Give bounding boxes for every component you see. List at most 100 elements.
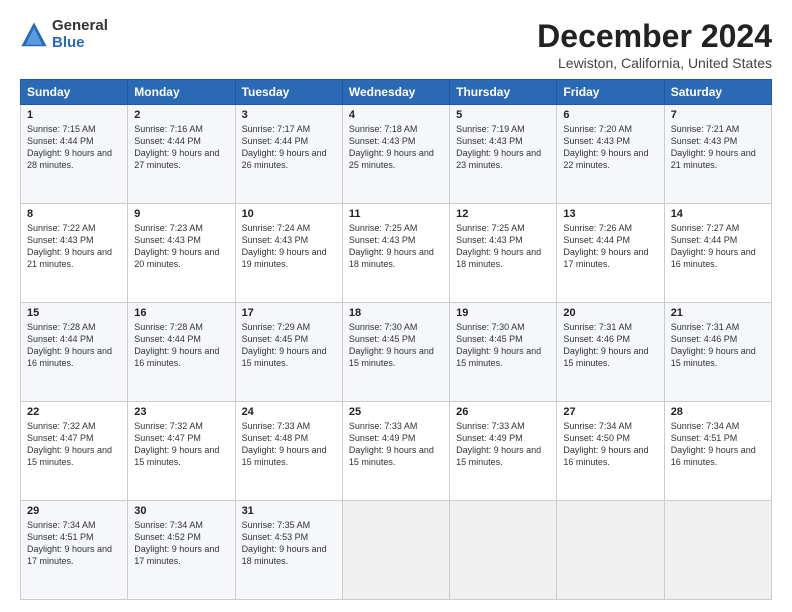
day-info: Sunrise: 7:30 AMSunset: 4:45 PMDaylight:…: [349, 321, 443, 370]
day-number: 18: [349, 307, 443, 319]
day-info: Sunrise: 7:34 AMSunset: 4:51 PMDaylight:…: [27, 519, 121, 568]
calendar-header-row: SundayMondayTuesdayWednesdayThursdayFrid…: [21, 80, 772, 105]
calendar-day-3: 3 Sunrise: 7:17 AMSunset: 4:44 PMDayligh…: [235, 105, 342, 204]
calendar-day-4: 4 Sunrise: 7:18 AMSunset: 4:43 PMDayligh…: [342, 105, 449, 204]
calendar-day-13: 13 Sunrise: 7:26 AMSunset: 4:44 PMDaylig…: [557, 204, 664, 303]
logo-text: General Blue: [52, 18, 108, 51]
day-info: Sunrise: 7:15 AMSunset: 4:44 PMDaylight:…: [27, 123, 121, 172]
logo: General Blue: [20, 18, 108, 51]
calendar-day-20: 20 Sunrise: 7:31 AMSunset: 4:46 PMDaylig…: [557, 303, 664, 402]
calendar-day-10: 10 Sunrise: 7:24 AMSunset: 4:43 PMDaylig…: [235, 204, 342, 303]
day-number: 16: [134, 307, 228, 319]
day-number: 9: [134, 208, 228, 220]
day-info: Sunrise: 7:25 AMSunset: 4:43 PMDaylight:…: [456, 222, 550, 271]
calendar-week-5: 29 Sunrise: 7:34 AMSunset: 4:51 PMDaylig…: [21, 501, 772, 600]
column-header-monday: Monday: [128, 80, 235, 105]
calendar-day-30: 30 Sunrise: 7:34 AMSunset: 4:52 PMDaylig…: [128, 501, 235, 600]
calendar-day-1: 1 Sunrise: 7:15 AMSunset: 4:44 PMDayligh…: [21, 105, 128, 204]
calendar-day-6: 6 Sunrise: 7:20 AMSunset: 4:43 PMDayligh…: [557, 105, 664, 204]
day-number: 3: [242, 109, 336, 121]
calendar-day-2: 2 Sunrise: 7:16 AMSunset: 4:44 PMDayligh…: [128, 105, 235, 204]
day-number: 11: [349, 208, 443, 220]
calendar-day-11: 11 Sunrise: 7:25 AMSunset: 4:43 PMDaylig…: [342, 204, 449, 303]
column-header-wednesday: Wednesday: [342, 80, 449, 105]
day-info: Sunrise: 7:26 AMSunset: 4:44 PMDaylight:…: [563, 222, 657, 271]
day-number: 2: [134, 109, 228, 121]
calendar-day-5: 5 Sunrise: 7:19 AMSunset: 4:43 PMDayligh…: [450, 105, 557, 204]
day-number: 24: [242, 406, 336, 418]
day-number: 15: [27, 307, 121, 319]
logo-icon: [20, 21, 48, 49]
day-number: 30: [134, 505, 228, 517]
calendar-day-28: 28 Sunrise: 7:34 AMSunset: 4:51 PMDaylig…: [664, 402, 771, 501]
day-number: 19: [456, 307, 550, 319]
empty-cell: [450, 501, 557, 600]
day-number: 21: [671, 307, 765, 319]
column-header-friday: Friday: [557, 80, 664, 105]
calendar-week-1: 1 Sunrise: 7:15 AMSunset: 4:44 PMDayligh…: [21, 105, 772, 204]
column-header-thursday: Thursday: [450, 80, 557, 105]
day-info: Sunrise: 7:31 AMSunset: 4:46 PMDaylight:…: [671, 321, 765, 370]
calendar-day-25: 25 Sunrise: 7:33 AMSunset: 4:49 PMDaylig…: [342, 402, 449, 501]
day-number: 25: [349, 406, 443, 418]
calendar-day-18: 18 Sunrise: 7:30 AMSunset: 4:45 PMDaylig…: [342, 303, 449, 402]
calendar-day-27: 27 Sunrise: 7:34 AMSunset: 4:50 PMDaylig…: [557, 402, 664, 501]
day-info: Sunrise: 7:32 AMSunset: 4:47 PMDaylight:…: [27, 420, 121, 469]
day-info: Sunrise: 7:35 AMSunset: 4:53 PMDaylight:…: [242, 519, 336, 568]
calendar-day-21: 21 Sunrise: 7:31 AMSunset: 4:46 PMDaylig…: [664, 303, 771, 402]
day-number: 6: [563, 109, 657, 121]
day-info: Sunrise: 7:25 AMSunset: 4:43 PMDaylight:…: [349, 222, 443, 271]
page: General Blue December 2024 Lewiston, Cal…: [0, 0, 792, 612]
day-info: Sunrise: 7:24 AMSunset: 4:43 PMDaylight:…: [242, 222, 336, 271]
empty-cell: [557, 501, 664, 600]
day-number: 13: [563, 208, 657, 220]
calendar-day-9: 9 Sunrise: 7:23 AMSunset: 4:43 PMDayligh…: [128, 204, 235, 303]
day-number: 26: [456, 406, 550, 418]
logo-general: General: [52, 18, 108, 35]
day-info: Sunrise: 7:32 AMSunset: 4:47 PMDaylight:…: [134, 420, 228, 469]
empty-cell: [664, 501, 771, 600]
day-info: Sunrise: 7:19 AMSunset: 4:43 PMDaylight:…: [456, 123, 550, 172]
calendar-day-8: 8 Sunrise: 7:22 AMSunset: 4:43 PMDayligh…: [21, 204, 128, 303]
day-number: 29: [27, 505, 121, 517]
day-info: Sunrise: 7:20 AMSunset: 4:43 PMDaylight:…: [563, 123, 657, 172]
day-number: 12: [456, 208, 550, 220]
column-header-saturday: Saturday: [664, 80, 771, 105]
day-info: Sunrise: 7:17 AMSunset: 4:44 PMDaylight:…: [242, 123, 336, 172]
day-number: 17: [242, 307, 336, 319]
title-block: December 2024 Lewiston, California, Unit…: [537, 18, 772, 71]
day-number: 20: [563, 307, 657, 319]
day-number: 8: [27, 208, 121, 220]
column-header-sunday: Sunday: [21, 80, 128, 105]
column-header-tuesday: Tuesday: [235, 80, 342, 105]
calendar-day-19: 19 Sunrise: 7:30 AMSunset: 4:45 PMDaylig…: [450, 303, 557, 402]
day-number: 14: [671, 208, 765, 220]
calendar-day-12: 12 Sunrise: 7:25 AMSunset: 4:43 PMDaylig…: [450, 204, 557, 303]
calendar-day-7: 7 Sunrise: 7:21 AMSunset: 4:43 PMDayligh…: [664, 105, 771, 204]
logo-blue: Blue: [52, 35, 108, 52]
day-info: Sunrise: 7:29 AMSunset: 4:45 PMDaylight:…: [242, 321, 336, 370]
day-info: Sunrise: 7:27 AMSunset: 4:44 PMDaylight:…: [671, 222, 765, 271]
day-info: Sunrise: 7:33 AMSunset: 4:49 PMDaylight:…: [456, 420, 550, 469]
calendar-table: SundayMondayTuesdayWednesdayThursdayFrid…: [20, 79, 772, 600]
day-number: 27: [563, 406, 657, 418]
day-info: Sunrise: 7:34 AMSunset: 4:50 PMDaylight:…: [563, 420, 657, 469]
day-info: Sunrise: 7:34 AMSunset: 4:52 PMDaylight:…: [134, 519, 228, 568]
day-info: Sunrise: 7:34 AMSunset: 4:51 PMDaylight:…: [671, 420, 765, 469]
calendar-day-26: 26 Sunrise: 7:33 AMSunset: 4:49 PMDaylig…: [450, 402, 557, 501]
calendar-day-23: 23 Sunrise: 7:32 AMSunset: 4:47 PMDaylig…: [128, 402, 235, 501]
calendar-week-3: 15 Sunrise: 7:28 AMSunset: 4:44 PMDaylig…: [21, 303, 772, 402]
day-number: 10: [242, 208, 336, 220]
day-info: Sunrise: 7:31 AMSunset: 4:46 PMDaylight:…: [563, 321, 657, 370]
day-info: Sunrise: 7:30 AMSunset: 4:45 PMDaylight:…: [456, 321, 550, 370]
day-number: 28: [671, 406, 765, 418]
day-number: 4: [349, 109, 443, 121]
calendar-week-4: 22 Sunrise: 7:32 AMSunset: 4:47 PMDaylig…: [21, 402, 772, 501]
empty-cell: [342, 501, 449, 600]
calendar-day-17: 17 Sunrise: 7:29 AMSunset: 4:45 PMDaylig…: [235, 303, 342, 402]
day-info: Sunrise: 7:28 AMSunset: 4:44 PMDaylight:…: [27, 321, 121, 370]
day-number: 1: [27, 109, 121, 121]
day-info: Sunrise: 7:33 AMSunset: 4:49 PMDaylight:…: [349, 420, 443, 469]
day-info: Sunrise: 7:28 AMSunset: 4:44 PMDaylight:…: [134, 321, 228, 370]
calendar-day-15: 15 Sunrise: 7:28 AMSunset: 4:44 PMDaylig…: [21, 303, 128, 402]
